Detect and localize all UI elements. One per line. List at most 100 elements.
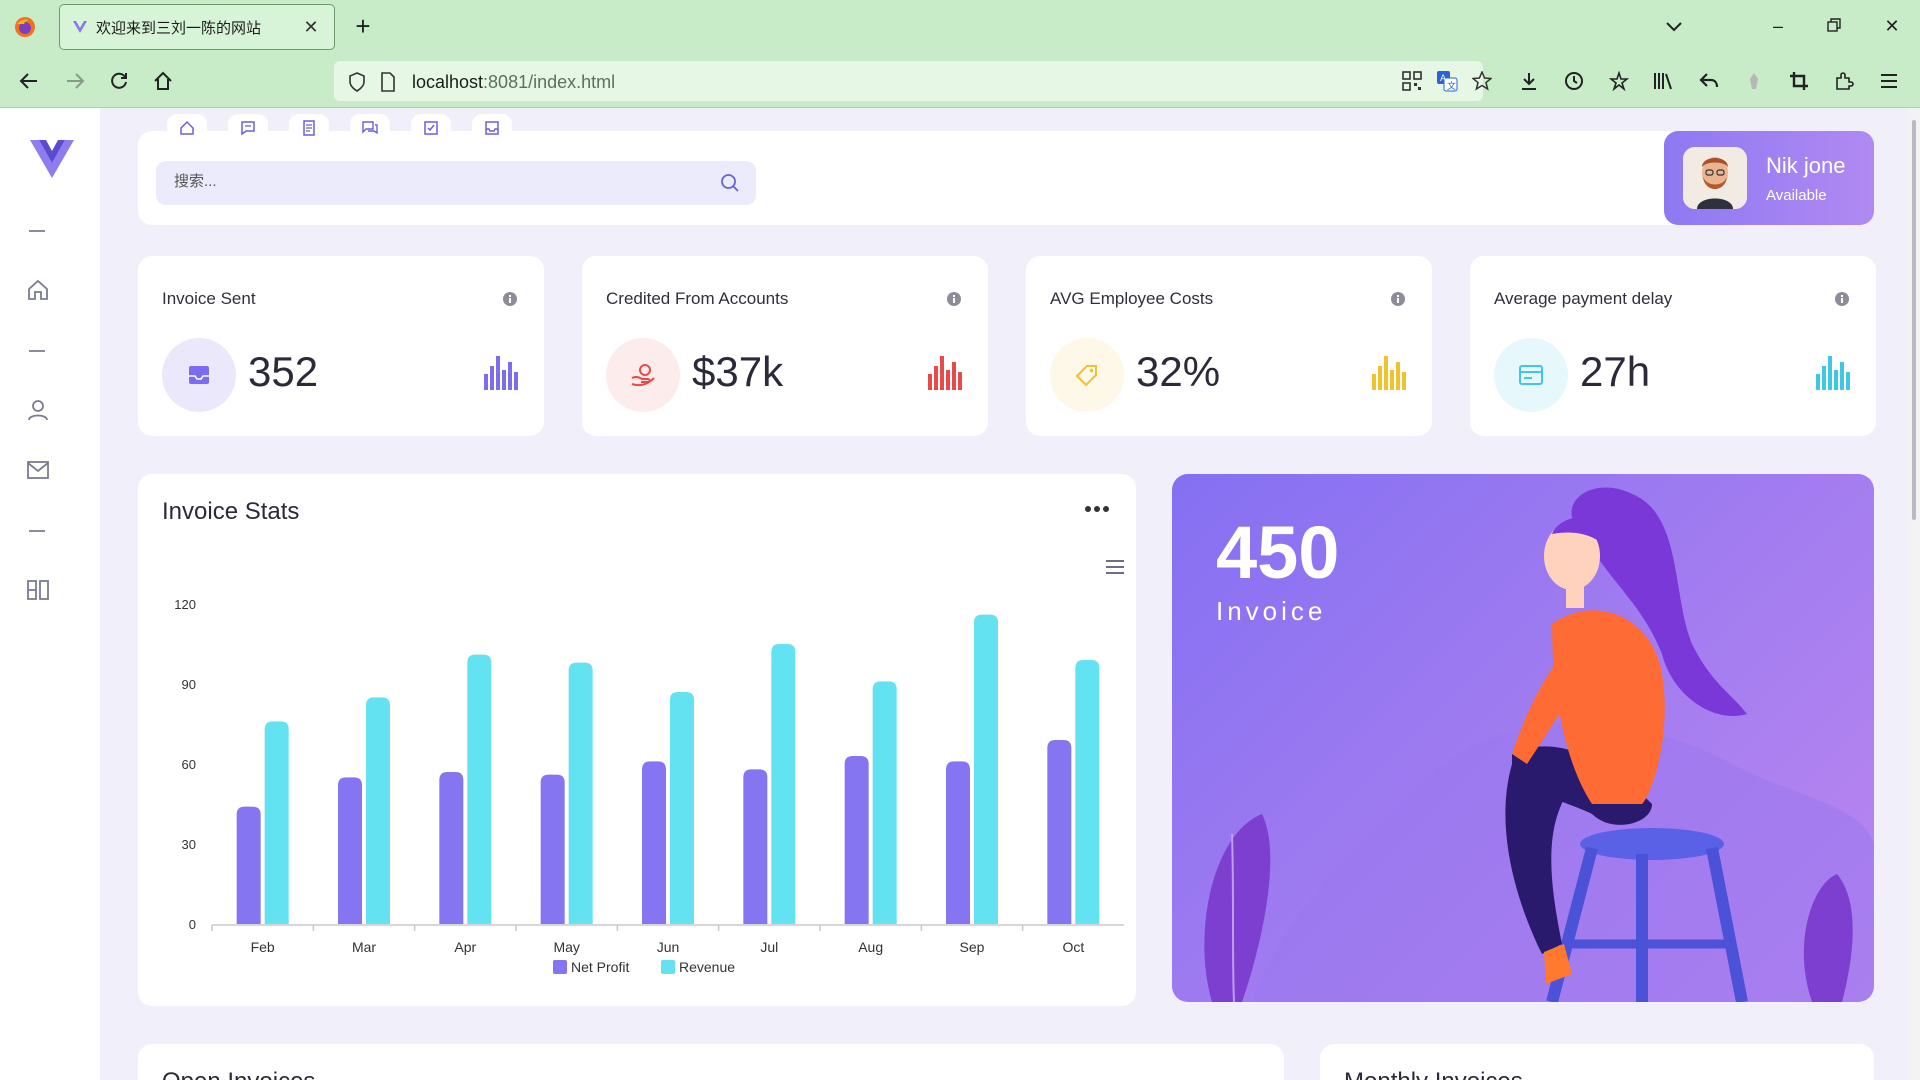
browser-tab-bar: 欢迎来到三刘一陈的网站 ✕ + – ✕ bbox=[0, 0, 1920, 54]
x-tick-label: Jul bbox=[760, 939, 778, 955]
bar-revenue bbox=[771, 644, 796, 924]
extension-star-icon[interactable] bbox=[1604, 66, 1634, 96]
bar-net-profit bbox=[540, 774, 565, 924]
page-icon[interactable] bbox=[380, 72, 396, 92]
bar-revenue bbox=[264, 721, 289, 924]
search-input[interactable] bbox=[174, 173, 674, 190]
y-tick-label: 120 bbox=[174, 597, 196, 612]
price-tag-icon bbox=[1075, 365, 1097, 387]
info-icon[interactable] bbox=[502, 291, 518, 307]
bar-revenue bbox=[872, 681, 897, 924]
reload-icon[interactable] bbox=[104, 66, 134, 96]
bar-revenue bbox=[974, 614, 998, 924]
quick-tab-document[interactable] bbox=[289, 114, 329, 142]
list-all-tabs-icon[interactable] bbox=[1654, 12, 1694, 40]
bookmark-star-icon[interactable] bbox=[1472, 71, 1492, 91]
stat-value: 352 bbox=[248, 348, 319, 395]
info-icon[interactable] bbox=[946, 291, 962, 307]
message-icon bbox=[241, 121, 255, 136]
bar-net-profit bbox=[338, 777, 362, 924]
inbox-icon bbox=[189, 366, 209, 384]
crop-icon[interactable] bbox=[1784, 66, 1814, 96]
search-icon[interactable] bbox=[720, 173, 740, 193]
quick-tab-home[interactable] bbox=[167, 114, 207, 142]
bar-revenue bbox=[467, 654, 492, 924]
legend-label: Net Profit bbox=[571, 959, 629, 975]
tab-close-icon[interactable]: ✕ bbox=[300, 17, 322, 38]
extensions-icon[interactable] bbox=[1829, 66, 1859, 96]
firefox-logo-icon[interactable] bbox=[14, 16, 36, 38]
inbox-icon bbox=[485, 121, 499, 135]
shield-icon[interactable] bbox=[348, 72, 366, 92]
forward-icon[interactable] bbox=[60, 66, 90, 96]
quick-tab-inbox[interactable] bbox=[472, 114, 512, 142]
sidebar-item-user[interactable] bbox=[24, 396, 52, 424]
quick-tab-check[interactable] bbox=[411, 114, 451, 142]
sidebar bbox=[0, 108, 100, 1080]
x-tick-label: Aug bbox=[858, 939, 883, 955]
bar-revenue bbox=[670, 692, 694, 924]
svg-text:A: A bbox=[1440, 74, 1447, 84]
sidebar-divider bbox=[29, 530, 45, 532]
downloads-icon[interactable] bbox=[1514, 66, 1544, 96]
quick-tab-chat[interactable] bbox=[350, 114, 390, 142]
legend-label: Revenue bbox=[679, 959, 735, 975]
stat-title: Average payment delay bbox=[1494, 289, 1673, 308]
close-window-button[interactable]: ✕ bbox=[1872, 12, 1912, 40]
stat-value: 32% bbox=[1136, 348, 1221, 395]
layout-icon bbox=[27, 580, 49, 600]
puzzle-grey-icon[interactable] bbox=[1739, 66, 1769, 96]
browser-tab-active[interactable]: 欢迎来到三刘一陈的网站 ✕ bbox=[59, 4, 335, 50]
restore-button[interactable] bbox=[1814, 12, 1854, 40]
scrollbar-thumb[interactable] bbox=[1912, 120, 1916, 520]
info-icon[interactable] bbox=[1834, 291, 1850, 307]
page-scrollbar[interactable] bbox=[1908, 108, 1920, 1080]
svg-text:文: 文 bbox=[1447, 80, 1456, 92]
x-tick-label: Oct bbox=[1062, 939, 1084, 955]
sidebar-item-mail[interactable] bbox=[24, 456, 52, 484]
x-tick-label: May bbox=[553, 939, 579, 955]
stat-icon-circle bbox=[1050, 338, 1124, 412]
history-icon[interactable] bbox=[1559, 66, 1589, 96]
sidebar-item-home[interactable] bbox=[24, 276, 52, 304]
legend-swatch bbox=[661, 960, 675, 974]
stat-icon-circle bbox=[606, 338, 680, 412]
library-icon[interactable] bbox=[1649, 66, 1679, 96]
bar-chart-icon bbox=[1372, 356, 1406, 390]
chart-title: Invoice Stats bbox=[162, 498, 300, 525]
hero-label: Invoice bbox=[1216, 596, 1327, 626]
y-tick-label: 60 bbox=[182, 757, 196, 772]
x-tick-label: Feb bbox=[251, 939, 275, 955]
open-invoices-title: Open Invoices bbox=[162, 1068, 315, 1080]
menu-icon[interactable] bbox=[1874, 66, 1904, 96]
invoice-stats-card: Invoice Stats 0 30 60 90 120 Feb Mar Apr May Jun J… bbox=[138, 474, 1136, 1006]
invoice-bar-chart: 0 30 60 90 120 Feb Mar Apr May Jun Jul Aug Sep Oct Net… bbox=[174, 597, 1124, 975]
bar-net-profit bbox=[844, 756, 869, 924]
home-icon bbox=[28, 279, 48, 300]
sidebar-divider bbox=[29, 350, 45, 352]
search-box bbox=[156, 161, 756, 205]
bar-net-profit bbox=[946, 761, 970, 924]
stat-icon-circle bbox=[1494, 338, 1568, 412]
more-options-icon[interactable] bbox=[1084, 504, 1110, 514]
sidebar-item-layout[interactable] bbox=[24, 576, 52, 604]
quick-tab-message[interactable] bbox=[228, 114, 268, 142]
translate-icon[interactable]: A文 bbox=[1436, 70, 1458, 92]
info-icon[interactable] bbox=[1390, 291, 1406, 307]
bar-revenue bbox=[366, 697, 390, 924]
home-icon[interactable] bbox=[148, 66, 178, 96]
user-profile-card[interactable]: Nik jone Available bbox=[1664, 131, 1874, 225]
url-bar[interactable]: localhost:8081/index.html A文 bbox=[334, 61, 1492, 101]
back-icon[interactable] bbox=[14, 66, 44, 96]
stat-title: Invoice Sent bbox=[162, 289, 256, 308]
stat-card-payment-delay: Average payment delay 27h bbox=[1470, 256, 1876, 436]
minimize-button[interactable]: – bbox=[1758, 12, 1798, 40]
url-text: localhost:8081/index.html bbox=[412, 72, 616, 92]
undo-arrow-icon[interactable] bbox=[1694, 66, 1724, 96]
vue-logo-icon[interactable] bbox=[30, 138, 74, 178]
new-tab-button[interactable]: + bbox=[348, 10, 378, 44]
y-tick-label: 30 bbox=[182, 837, 196, 852]
qr-code-icon[interactable] bbox=[1402, 71, 1422, 91]
sidebar-divider bbox=[29, 230, 45, 232]
hand-coin-icon bbox=[631, 364, 655, 387]
